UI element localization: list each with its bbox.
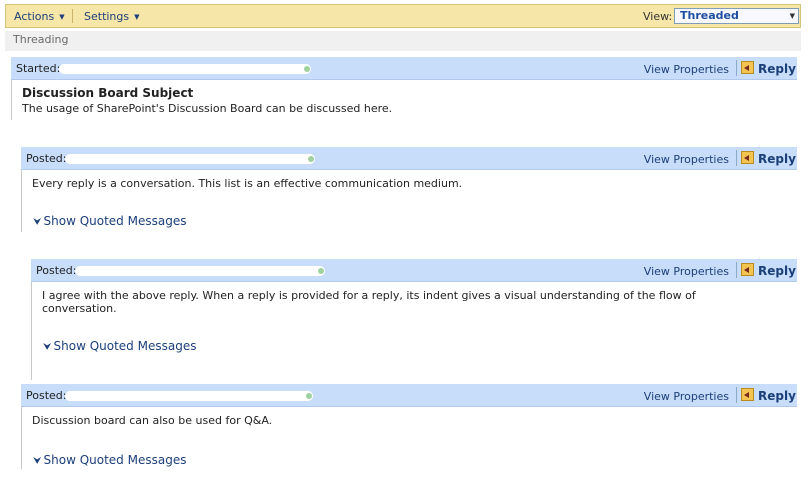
header-separator: [736, 60, 737, 76]
post-header: Posted: View Properties Reply: [21, 147, 797, 170]
toolbar-separator: [72, 9, 73, 23]
caret-down-icon: ▼: [134, 13, 140, 21]
settings-menu-label: Settings: [84, 10, 130, 23]
presence-icon: [318, 268, 324, 274]
header-separator: [736, 150, 737, 166]
post-reply-1: Posted: View Properties Reply Every repl…: [21, 147, 797, 232]
header-separator: [736, 387, 737, 403]
post-label: Posted:: [26, 152, 67, 165]
reply-icon: [741, 388, 754, 401]
show-quoted-label: Show Quoted Messages: [53, 339, 197, 353]
reply-label: Reply: [758, 62, 796, 76]
reply-icon: [741, 61, 754, 74]
show-quoted-messages-link[interactable]: ⮟ Show Quoted Messages: [33, 214, 186, 228]
view-select[interactable]: Threaded ▼: [674, 8, 799, 24]
view-properties-link[interactable]: View Properties: [644, 265, 729, 278]
double-chevron-down-icon: ⮟: [43, 342, 52, 353]
view-label: View:: [643, 10, 673, 23]
post-body: Every reply is a conversation. This list…: [21, 170, 797, 232]
post-text: Every reply is a conversation. This list…: [32, 177, 463, 190]
post-text: Discussion board can also be used for Q&…: [32, 414, 273, 427]
double-chevron-down-icon: ⮟: [33, 217, 42, 228]
post-header: Posted: View Properties Reply: [31, 259, 797, 282]
reply-icon: [741, 263, 754, 276]
post-label: Started:: [16, 62, 61, 75]
presence-icon: [304, 66, 310, 72]
reply-label: Reply: [758, 264, 796, 278]
post-reply-2: Posted: View Properties Reply I agree wi…: [31, 259, 797, 380]
post-body: I agree with the above reply. When a rep…: [31, 282, 797, 380]
redacted-author: [65, 391, 313, 401]
actions-menu[interactable]: Actions ▼: [14, 10, 65, 23]
double-chevron-down-icon: ⮟: [33, 456, 42, 467]
post-subject: Discussion Board Subject: [22, 86, 194, 100]
reply-button[interactable]: Reply: [741, 61, 796, 77]
select-arrow-icon[interactable]: ▼: [790, 9, 795, 23]
show-quoted-messages-link[interactable]: ⮟ Show Quoted Messages: [33, 453, 186, 467]
view-properties-link[interactable]: View Properties: [644, 390, 729, 403]
post-text: I agree with the above reply. When a rep…: [42, 289, 696, 315]
redacted-author: [65, 154, 315, 164]
post-header: Started: View Properties Reply: [11, 57, 797, 80]
reply-label: Reply: [758, 389, 796, 403]
reply-button[interactable]: Reply: [741, 388, 796, 404]
show-quoted-label: Show Quoted Messages: [43, 453, 187, 467]
view-properties-link[interactable]: View Properties: [644, 153, 729, 166]
view-select-value: Threaded: [680, 9, 739, 22]
reply-icon: [741, 151, 754, 164]
show-quoted-label: Show Quoted Messages: [43, 214, 187, 228]
redacted-author: [59, 64, 311, 74]
reply-button[interactable]: Reply: [741, 151, 796, 167]
post-header: Posted: View Properties Reply: [21, 384, 797, 407]
presence-icon: [306, 393, 312, 399]
post-body: Discussion Board Subject The usage of Sh…: [11, 80, 797, 120]
view-properties-link[interactable]: View Properties: [644, 63, 729, 76]
caret-down-icon: ▼: [59, 13, 65, 21]
post-label: Posted:: [36, 264, 77, 277]
presence-icon: [308, 156, 314, 162]
reply-label: Reply: [758, 152, 796, 166]
post-label: Posted:: [26, 389, 67, 402]
post-reply-3: Posted: View Properties Reply Discussion…: [21, 384, 797, 469]
post-text: The usage of SharePoint's Discussion Boa…: [22, 102, 393, 115]
settings-menu[interactable]: Settings ▼: [84, 10, 140, 23]
actions-menu-label: Actions: [14, 10, 55, 23]
threading-label: Threading: [13, 33, 69, 46]
breadcrumb-threading: Threading: [5, 31, 801, 51]
redacted-author: [75, 266, 325, 276]
show-quoted-messages-link[interactable]: ⮟ Show Quoted Messages: [43, 339, 196, 353]
post-started: Started: View Properties Reply Discussio…: [11, 57, 797, 120]
reply-button[interactable]: Reply: [741, 263, 796, 279]
header-separator: [736, 262, 737, 278]
toolbar: Actions ▼ Settings ▼ View: Threaded ▼: [5, 4, 801, 28]
post-body: Discussion board can also be used for Q&…: [21, 407, 797, 469]
